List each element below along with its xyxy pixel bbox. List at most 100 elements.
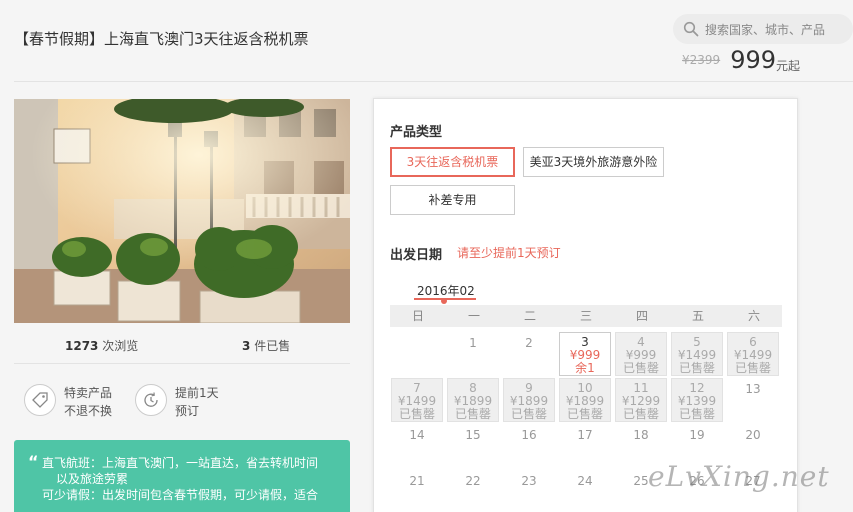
view-count-value: 1273 [65, 339, 99, 353]
calendar-day-15: 15 [447, 424, 499, 468]
calendar-day-16: 16 [503, 424, 555, 468]
weekday-tue: 二 [523, 309, 536, 323]
calendar-day-4: 4 ¥999 已售罄 [615, 332, 667, 376]
day-number: 1 [469, 336, 477, 350]
calendar-day-1: 1 [447, 332, 499, 376]
option-round-trip-ticket[interactable]: 3天往返含税机票 [390, 147, 515, 177]
calendar-day-23: 23 [503, 470, 555, 512]
calendar-day-12: 12 ¥1399 已售罄 [671, 378, 723, 422]
promo-line-1: 直飞航班：上海直飞澳门，一站直达，省去转机时间 [42, 456, 319, 470]
calendar-day-5: 5 ¥1499 已售罄 [671, 332, 723, 376]
feature-2-line1: 提前1天 [175, 386, 219, 400]
weekday-sun: 日 [411, 309, 424, 323]
day-number: 24 [577, 474, 593, 488]
day-number: 23 [521, 474, 537, 488]
month-selector[interactable]: 2016年02 [417, 282, 475, 299]
weekday-header: 日 一 二 三 四 五 六 [390, 305, 782, 327]
feature-2-line2: 预订 [175, 404, 200, 418]
calendar-day-21: 21 [391, 470, 443, 512]
day-number: 22 [465, 474, 481, 488]
option-travel-insurance[interactable]: 美亚3天境外旅游意外险 [523, 147, 664, 177]
day-status: 已售罄 [622, 361, 659, 375]
day-number: 10 [577, 381, 593, 395]
calendar-day-6: 6 ¥1499 已售罄 [727, 332, 779, 376]
month-indicator [441, 298, 447, 304]
day-status: 已售罄 [454, 407, 491, 421]
product-type-label: 产品类型 [390, 125, 443, 140]
day-number: 12 [689, 381, 705, 395]
search-icon [683, 21, 699, 37]
feature-advance-booking: 提前1天预订 [135, 384, 219, 420]
search-box[interactable]: 搜索国家、城市、产品 [673, 14, 853, 44]
calendar-day-24: 24 [559, 470, 611, 512]
price-block: ¥2399 999元起 [682, 46, 800, 74]
day-number: 3 [581, 335, 589, 349]
day-number: 13 [745, 382, 761, 396]
day-status: 已售罄 [678, 407, 715, 421]
watermark: eLvXing.net [648, 460, 830, 493]
feature-1-line2: 不退不换 [64, 404, 113, 418]
sold-count: 3 件已售 [242, 337, 290, 354]
day-number: 19 [689, 428, 705, 442]
day-number: 11 [633, 381, 649, 395]
day-number: 21 [409, 474, 425, 488]
view-count: 1273 次浏览 [65, 337, 138, 354]
day-status: 已售罄 [510, 407, 547, 421]
day-status: 已售罄 [734, 361, 771, 375]
departure-date-label: 出发日期 [390, 248, 443, 263]
option-supplement[interactable]: 补差专用 [390, 185, 515, 215]
day-number: 18 [633, 428, 649, 442]
day-status: 余1 [575, 361, 595, 375]
product-title: 【春节假期】上海直飞澳门3天往返含税机票 [14, 30, 309, 48]
search-placeholder[interactable]: 搜索国家、城市、产品 [705, 21, 825, 38]
calendar-day-22: 22 [447, 470, 499, 512]
promo-line-2: 以及旅途劳累 [56, 472, 129, 486]
calendar-day-2: 2 [503, 332, 555, 376]
day-status: 已售罄 [566, 407, 603, 421]
calendar-day-17: 17 [559, 424, 611, 468]
clock-icon [135, 384, 167, 416]
promo-box: “ 直飞航班：上海直飞澳门，一站直达，省去转机时间 以及旅途劳累 可少请假：出发… [14, 440, 350, 512]
original-price: ¥2399 [682, 53, 721, 67]
quote-icon: “ [28, 452, 39, 471]
product-photo [14, 99, 350, 323]
product-header: 【春节假期】上海直飞澳门3天往返含税机票 搜索国家、城市、产品 ¥2399 999… [14, 0, 853, 82]
day-status: 已售罄 [622, 407, 659, 421]
day-number: 8 [469, 381, 477, 395]
calendar-day-9: 9 ¥1899 已售罄 [503, 378, 555, 422]
weekday-wed: 三 [579, 309, 592, 323]
weekday-thu: 四 [635, 309, 648, 323]
day-status: 已售罄 [398, 407, 435, 421]
view-count-label: 次浏览 [102, 339, 139, 353]
calendar-day-3[interactable]: 3 ¥999 余1 [559, 332, 611, 376]
weekday-mon: 一 [467, 309, 480, 323]
current-price: 999 [730, 46, 776, 74]
day-number: 20 [745, 428, 761, 442]
day-number: 6 [749, 335, 757, 349]
day-number: 4 [637, 335, 645, 349]
calendar-day-13: 13 [727, 378, 779, 422]
calendar-day-7: 7 ¥1499 已售罄 [391, 378, 443, 422]
day-number: 9 [525, 381, 533, 395]
tag-icon [24, 384, 56, 416]
price-unit: 元起 [776, 59, 801, 73]
day-number: 16 [521, 428, 537, 442]
calendar-day-8: 8 ¥1899 已售罄 [447, 378, 499, 422]
booking-note: 请至少提前1天预订 [457, 246, 561, 260]
sold-count-label: 件已售 [254, 339, 291, 353]
day-number: 15 [465, 428, 481, 442]
calendar-day-11: 11 ¥1299 已售罄 [615, 378, 667, 422]
booking-panel: 产品类型 3天往返含税机票 美亚3天境外旅游意外险 补差专用 出发日期 请至少提… [373, 98, 798, 512]
sold-count-value: 3 [242, 339, 251, 353]
calendar-day-14: 14 [391, 424, 443, 468]
day-number: 5 [693, 335, 701, 349]
feature-special-sale: 特卖产品 不退不换 [24, 384, 112, 420]
day-number: 17 [577, 428, 593, 442]
calendar-day-10: 10 ¥1899 已售罄 [559, 378, 611, 422]
promo-line-3: 可少请假：出发时间包含春节假期，可少请假，适合 [42, 488, 319, 502]
weekday-sat: 六 [747, 309, 760, 323]
day-status: 已售罄 [678, 361, 715, 375]
weekday-fri: 五 [691, 309, 704, 323]
day-number: 14 [409, 428, 425, 442]
day-number: 7 [413, 381, 421, 395]
